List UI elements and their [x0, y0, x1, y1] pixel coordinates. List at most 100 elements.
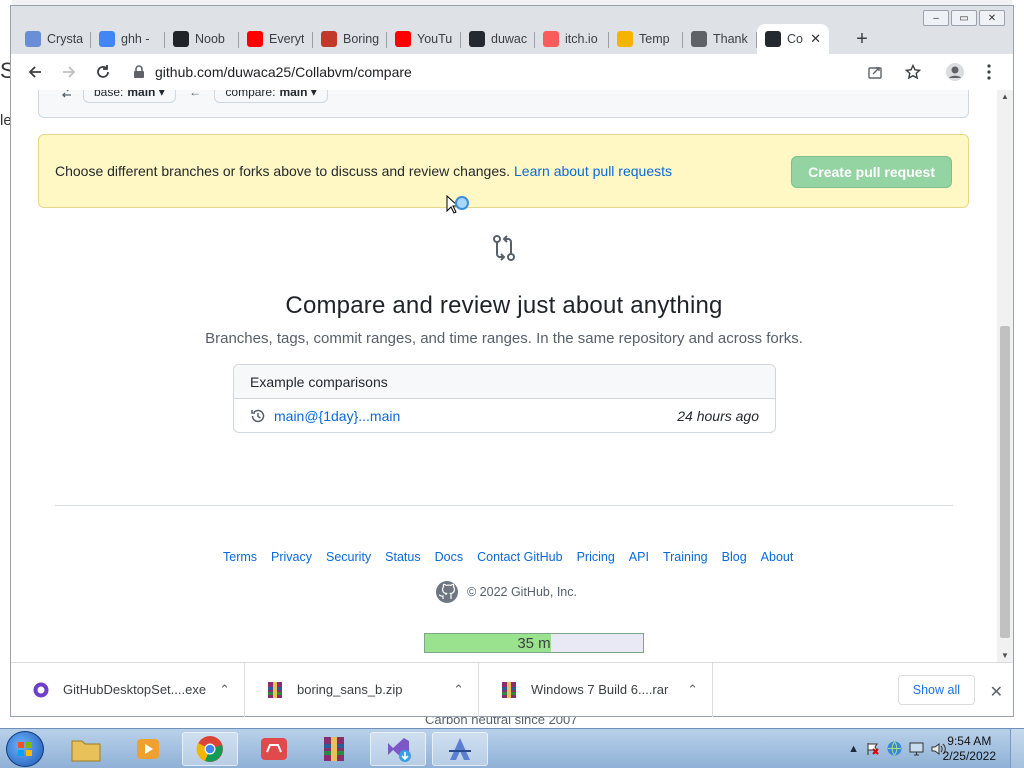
taskbar-clock[interactable]: 9:54 AM 2/25/2022 — [943, 734, 996, 764]
profile-button[interactable] — [941, 58, 969, 86]
chrome-icon — [196, 736, 223, 762]
globe-icon — [691, 31, 707, 47]
chevron-up-icon[interactable]: ⌃ — [687, 682, 698, 698]
tab-label: Temp — [639, 32, 670, 46]
bookmark-button[interactable] — [899, 58, 927, 86]
taskbar-app[interactable] — [432, 732, 488, 766]
show-desktop-button[interactable] — [1010, 729, 1024, 768]
scroll-down-icon[interactable]: ▼ — [1001, 651, 1009, 660]
tab-close-icon[interactable]: ✕ — [810, 31, 821, 47]
taskbar-media-player[interactable] — [120, 732, 176, 766]
action-center-flag-icon[interactable] — [866, 742, 880, 756]
browser-tab[interactable]: itch.io — [535, 24, 609, 54]
create-pull-request-button[interactable]: Create pull request — [791, 156, 952, 188]
browser-tab[interactable]: Boring — [313, 24, 387, 54]
footer-link[interactable]: Docs — [435, 550, 463, 564]
compare-branch-select[interactable]: compare: main ▾ — [214, 90, 328, 103]
github-desktop-icon — [33, 682, 49, 697]
download-filename: GitHubDesktopSet....exe — [63, 682, 207, 697]
compare-value: main — [279, 90, 308, 99]
history-icon — [251, 409, 265, 423]
boring-icon — [321, 31, 337, 47]
tray-expand-icon[interactable]: ▲ — [848, 743, 859, 755]
compare-label: compare: — [225, 90, 276, 99]
arrow-left-icon: ← — [185, 90, 205, 99]
page-viewport: base: main ▾ ← compare: main ▾ Choose di… — [11, 90, 1013, 662]
page-scrollbar[interactable]: ▲ ▼ — [997, 90, 1013, 662]
footer-link[interactable]: Pricing — [577, 550, 615, 564]
taskbar-visual-studio[interactable] — [370, 732, 426, 766]
close-downloads-icon[interactable]: ✕ — [990, 682, 1003, 702]
lock-icon — [134, 65, 144, 78]
footer-link[interactable]: Security — [326, 550, 371, 564]
taskbar-gamemaker[interactable] — [246, 732, 302, 766]
footer-link[interactable]: Terms — [223, 550, 257, 564]
taskbar-explorer[interactable] — [58, 732, 114, 766]
clock-time: 9:54 AM — [947, 734, 992, 748]
media-player-icon — [137, 739, 159, 759]
scroll-thumb[interactable] — [1000, 326, 1010, 638]
menu-button[interactable] — [975, 58, 1003, 86]
footer-link[interactable]: Status — [385, 550, 420, 564]
tab-label: Crysta — [47, 32, 83, 46]
arrow-right-icon — [63, 66, 76, 78]
browser-tab[interactable]: duwac — [461, 24, 535, 54]
example-row: main@{1day}...main 24 hours ago — [234, 399, 775, 432]
tab-label: duwac — [491, 32, 527, 46]
network-globe-icon[interactable] — [887, 741, 902, 756]
flash-text: Choose different branches or forks above… — [55, 163, 510, 179]
address-bar[interactable]: github.com/duwaca25/Collabvm/compare — [123, 58, 855, 86]
copyright: © 2022 GitHub, Inc. — [435, 580, 577, 604]
footer-link[interactable]: About — [761, 550, 794, 564]
taskbar-winrar[interactable] — [306, 732, 362, 766]
back-button[interactable] — [21, 58, 49, 86]
kebab-menu-icon — [987, 64, 991, 80]
reload-icon — [97, 65, 109, 78]
browser-tab[interactable]: Thank — [683, 24, 757, 54]
avatar-icon — [946, 63, 964, 81]
learn-pull-requests-link[interactable]: Learn about pull requests — [514, 163, 672, 179]
show-all-downloads-button[interactable]: Show all — [897, 675, 975, 705]
base-branch-select[interactable]: base: main ▾ — [83, 90, 176, 103]
start-button[interactable] — [6, 731, 44, 767]
chevron-up-icon[interactable]: ⌃ — [219, 682, 230, 698]
taskbar-chrome[interactable] — [182, 732, 238, 766]
tab-label: Everyt — [269, 32, 305, 46]
tab-label: Boring — [343, 32, 379, 46]
github-logo-icon — [436, 581, 458, 603]
github-icon — [765, 31, 781, 47]
footer-link[interactable]: API — [629, 550, 649, 564]
crystal-icon — [25, 31, 41, 47]
share-button[interactable] — [861, 58, 889, 86]
footer-link[interactable]: Contact GitHub — [477, 550, 562, 564]
system-tray: ▲ — [848, 741, 946, 756]
share-icon — [868, 67, 882, 79]
new-tab-button[interactable]: + — [847, 24, 877, 54]
caret-down-icon: ▾ — [307, 90, 317, 99]
example-time: 24 hours ago — [677, 408, 759, 424]
reload-button[interactable] — [89, 58, 117, 86]
browser-tab[interactable]: Noob — [165, 24, 239, 54]
timer-text: 35 m — [517, 634, 551, 652]
display-icon[interactable] — [909, 742, 924, 756]
browser-tab[interactable]: ghh - — [91, 24, 165, 54]
browser-tab[interactable]: YouTu — [387, 24, 461, 54]
copyright-text: © 2022 GitHub, Inc. — [467, 585, 577, 599]
footer-link[interactable]: Privacy — [271, 550, 312, 564]
download-item[interactable]: boring_sans_b.zip ⌃ — [245, 662, 479, 717]
footer-link[interactable]: Training — [663, 550, 708, 564]
chevron-up-icon[interactable]: ⌃ — [453, 682, 464, 698]
scroll-up-icon[interactable]: ▲ — [1001, 92, 1009, 101]
browser-tab[interactable]: Crysta — [17, 24, 91, 54]
download-item[interactable]: GitHubDesktopSet....exe ⌃ — [11, 662, 245, 717]
folder-icon — [71, 740, 101, 762]
tab-active[interactable]: Co ✕ — [757, 24, 829, 54]
example-comparison-link[interactable]: main@{1day}...main — [274, 408, 400, 424]
browser-tab[interactable]: Temp — [609, 24, 683, 54]
forward-button[interactable] — [55, 58, 83, 86]
download-item[interactable]: Windows 7 Build 6....rar ⌃ — [479, 662, 713, 717]
windows-logo-icon — [18, 742, 32, 756]
winrar-icon — [502, 681, 516, 698]
browser-tab[interactable]: Everyt — [239, 24, 313, 54]
footer-link[interactable]: Blog — [722, 550, 747, 564]
